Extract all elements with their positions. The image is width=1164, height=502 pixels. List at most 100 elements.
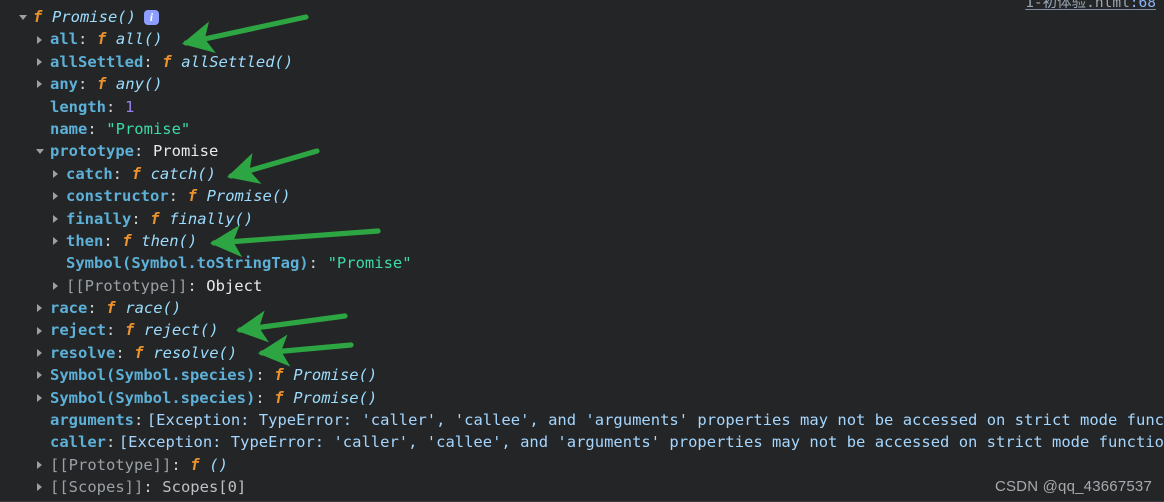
property-value: resolve() (153, 343, 238, 362)
tree-row-root[interactable]: f Promise() i (0, 6, 1164, 28)
property-value: finally() (169, 209, 254, 228)
tree-row-catch[interactable]: catch: f catch() (0, 163, 1164, 185)
colon: : (106, 433, 116, 452)
disclosure-triangle-icon[interactable] (36, 319, 47, 341)
tree-row-all[interactable]: all: f all() (0, 28, 1164, 50)
disclosure-triangle-icon[interactable] (36, 454, 47, 476)
tree-row-scopes[interactable]: [[Scopes]]: Scopes[0] (0, 476, 1164, 498)
colon: : (143, 478, 153, 497)
property-value: Scopes[0] (162, 478, 247, 497)
property-name: name (50, 119, 88, 138)
colon: : (255, 388, 265, 407)
colon: : (115, 343, 125, 362)
colon: : (112, 164, 123, 183)
function-glyph-icon: f (124, 321, 135, 340)
tree-row-resolve[interactable]: resolve: f resolve() (0, 342, 1164, 364)
colon: : (143, 52, 153, 71)
function-glyph-icon: f (96, 75, 107, 94)
colon: : (134, 142, 144, 161)
colon: : (78, 75, 88, 94)
property-name: Symbol(Symbol.species) (50, 366, 256, 385)
colon: : (187, 276, 197, 295)
colon: : (131, 209, 141, 228)
property-value: "Promise" (327, 254, 412, 273)
disclosure-triangle-icon[interactable] (52, 208, 63, 230)
tree-row-symbol-species-2[interactable]: Symbol(Symbol.species): f Promise() (0, 387, 1164, 409)
colon: : (87, 299, 97, 318)
tree-row-length[interactable]: length:1 (0, 96, 1164, 118)
property-name: reject (50, 321, 106, 340)
disclosure-triangle-icon[interactable] (36, 73, 47, 95)
tree-row-reject[interactable]: reject: f reject() (0, 319, 1164, 341)
property-value: () (209, 455, 228, 474)
disclosure-triangle-icon[interactable] (52, 185, 63, 207)
disclosure-triangle-open-icon[interactable] (36, 140, 47, 162)
disclosure-triangle-icon[interactable] (36, 364, 47, 386)
disclosure-triangle-icon[interactable] (52, 230, 63, 252)
tree-row-caller[interactable]: caller: [Exception: TypeError: 'caller', … (0, 431, 1164, 453)
disclosure-triangle-icon[interactable] (36, 476, 47, 498)
property-value: any() (115, 75, 163, 94)
tree-row-constructor[interactable]: constructor: f Promise() (0, 185, 1164, 207)
property-value: then() (141, 231, 198, 250)
tree-row-symbol-tostringtag[interactable]: Symbol(Symbol.toStringTag): "Promise" (0, 252, 1164, 274)
tree-row-any[interactable]: any: f any() (0, 73, 1164, 95)
property-value: race() (125, 299, 182, 318)
function-glyph-icon: f (33, 8, 43, 26)
property-name: [[Prototype]] (50, 455, 172, 474)
property-value: "Promise" (106, 119, 191, 138)
tree-row-name[interactable]: name: "Promise" (0, 118, 1164, 140)
colon: : (308, 254, 318, 273)
disclosure-triangle-icon[interactable] (36, 342, 47, 364)
property-name: catch (66, 164, 113, 183)
colon: : (255, 366, 265, 385)
function-glyph-icon: f (106, 299, 116, 318)
watermark: CSDN @qq_43667537 (994, 478, 1152, 495)
disclosure-triangle-icon[interactable] (52, 163, 63, 185)
tree-row-then[interactable]: then: f then() (0, 230, 1164, 252)
property-name: then (66, 231, 104, 250)
disclosure-triangle-open-icon[interactable] (19, 6, 30, 28)
tree-row-prototype-object[interactable]: [[Prototype]]: Object (0, 275, 1164, 297)
function-glyph-icon: f (96, 30, 107, 49)
property-name: all (50, 30, 78, 49)
tree-row-allSettled[interactable]: allSettled: f allSettled() (0, 51, 1164, 73)
disclosure-triangle-icon[interactable] (36, 387, 47, 409)
info-icon[interactable]: i (143, 9, 159, 25)
tree-row-prototype-function[interactable]: [[Prototype]]: f () (0, 454, 1164, 476)
property-value: reject() (143, 321, 219, 340)
disclosure-triangle-icon[interactable] (52, 275, 63, 297)
function-glyph-icon: f (134, 343, 144, 362)
function-glyph-icon: f (274, 388, 284, 407)
property-value: Promise() (293, 388, 378, 407)
colon: : (106, 321, 116, 340)
property-value: allSettled() (181, 52, 294, 71)
property-name: finally (66, 209, 132, 228)
disclosure-triangle-icon[interactable] (36, 51, 47, 73)
tree-row-symbol-species-1[interactable]: Symbol(Symbol.species): f Promise() (0, 364, 1164, 386)
property-value: Promise (152, 142, 219, 161)
property-name: caller (50, 433, 106, 452)
property-value: Promise() (206, 187, 291, 206)
property-name: arguments (50, 411, 134, 430)
property-name: allSettled (50, 52, 144, 71)
tree-row-prototype[interactable]: prototype: Promise (0, 140, 1164, 162)
tree-row-race[interactable]: race: f race() (0, 297, 1164, 319)
tree-row-arguments[interactable]: arguments: [Exception: TypeError: 'caller… (0, 409, 1164, 431)
colon: : (78, 30, 88, 49)
property-name: any (50, 75, 78, 94)
function-glyph-icon: f (187, 187, 197, 206)
devtools-console-output: 1-初体验.html:68 f Promise() i all: f all() all… (0, 0, 1164, 502)
colon: : (171, 455, 181, 474)
property-value: Object (206, 276, 263, 295)
disclosure-triangle-icon[interactable] (36, 28, 47, 50)
disclosure-triangle-icon[interactable] (36, 297, 47, 319)
object-inspector-tree: f Promise() i all: f all() allSettled: f allSe… (0, 6, 1164, 499)
function-glyph-icon: f (190, 455, 200, 474)
tree-row-finally[interactable]: finally: f finally() (0, 208, 1164, 230)
function-glyph-icon: f (122, 231, 132, 250)
property-name: [[Scopes]] (50, 478, 144, 497)
property-value: Promise() (293, 366, 378, 385)
